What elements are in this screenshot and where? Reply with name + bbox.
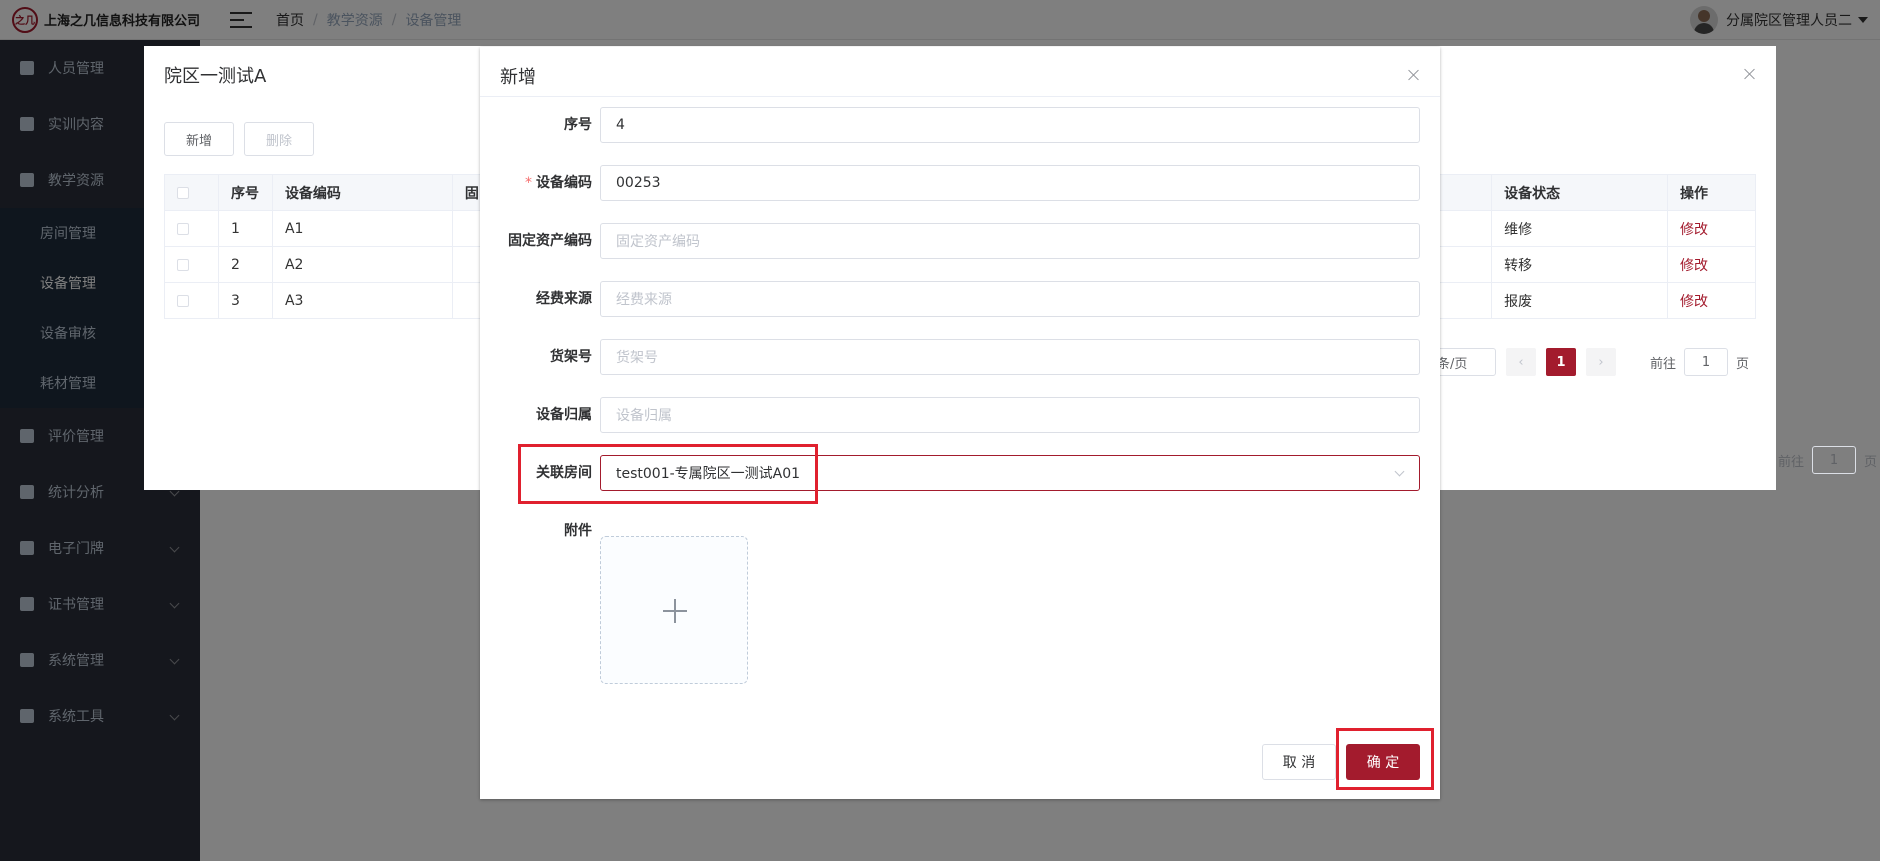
add-button[interactable]: 新增 xyxy=(164,122,234,156)
form-row-owner: 设备归属 设备归属 xyxy=(480,397,1440,433)
form-row-seq: 序号 4 xyxy=(480,107,1440,143)
prev-page-button[interactable]: ‹ xyxy=(1506,348,1536,376)
edit-link[interactable]: 修改 xyxy=(1667,210,1756,247)
device-code-label: * 设备编码 xyxy=(525,175,592,191)
asset-code-label: 固定资产编码 xyxy=(508,233,592,249)
goto-page-input[interactable]: 1 xyxy=(1684,348,1729,376)
form-row-funding: 经费来源 经费来源 xyxy=(480,281,1440,317)
form-row-device-code: * 设备编码 00253 xyxy=(480,165,1440,201)
column-header: 操作 xyxy=(1667,174,1756,211)
close-icon[interactable] xyxy=(1744,68,1756,80)
device-code-input[interactable]: 00253 xyxy=(600,165,1420,201)
dialog-pagination: 条/页 ‹ 1 › 前往 1 页 xyxy=(1430,348,1749,376)
plus-icon xyxy=(663,599,687,623)
select-all-checkbox[interactable] xyxy=(177,186,189,199)
seq-label: 序号 xyxy=(564,117,592,133)
cancel-button[interactable]: 取 消 xyxy=(1262,744,1336,780)
delete-button[interactable]: 删除 xyxy=(244,122,314,156)
goto-page-input[interactable]: 1 xyxy=(1812,446,1857,474)
close-icon[interactable] xyxy=(1408,69,1420,81)
row-checkbox[interactable] xyxy=(177,294,189,307)
asset-code-input[interactable]: 固定资产编码 xyxy=(600,223,1420,259)
highlight-confirm-button xyxy=(1336,728,1434,790)
funding-label: 经费来源 xyxy=(536,291,592,307)
dialog-title: 新增 xyxy=(500,67,536,88)
edit-link[interactable]: 修改 xyxy=(1667,246,1756,283)
shelf-label: 货架号 xyxy=(550,349,592,365)
current-page[interactable]: 1 xyxy=(1546,348,1576,376)
owner-label: 设备归属 xyxy=(536,407,592,423)
row-checkbox[interactable] xyxy=(177,258,189,271)
divider xyxy=(480,96,1440,97)
add-device-dialog: 新增 序号 4 * 设备编码 00253 固定资产编码 固定资产编码 经费来源 经… xyxy=(480,47,1440,799)
next-page-button[interactable]: › xyxy=(1586,348,1616,376)
seq-input[interactable]: 4 xyxy=(600,107,1420,143)
funding-input[interactable]: 经费来源 xyxy=(600,281,1420,317)
highlight-room-field xyxy=(518,444,818,504)
form-row-shelf: 货架号 货架号 xyxy=(480,339,1440,375)
required-mark: * xyxy=(525,175,532,191)
chevron-down-icon xyxy=(1394,466,1405,477)
column-header: 设备状态 xyxy=(1491,174,1668,211)
dialog-title: 院区一测试A xyxy=(164,66,267,87)
form-row-asset-code: 固定资产编码 固定资产编码 xyxy=(480,223,1440,259)
column-header: 设备编码 xyxy=(271,174,453,211)
edit-link[interactable]: 修改 xyxy=(1667,282,1756,319)
main-pagination: 前往 1 页 xyxy=(1778,446,1877,474)
column-header: 序号 xyxy=(217,174,273,211)
attachment-label: 附件 xyxy=(564,523,592,539)
attachment-upload[interactable] xyxy=(600,536,748,684)
owner-input[interactable]: 设备归属 xyxy=(600,397,1420,433)
row-checkbox[interactable] xyxy=(177,222,189,235)
shelf-input[interactable]: 货架号 xyxy=(600,339,1420,375)
